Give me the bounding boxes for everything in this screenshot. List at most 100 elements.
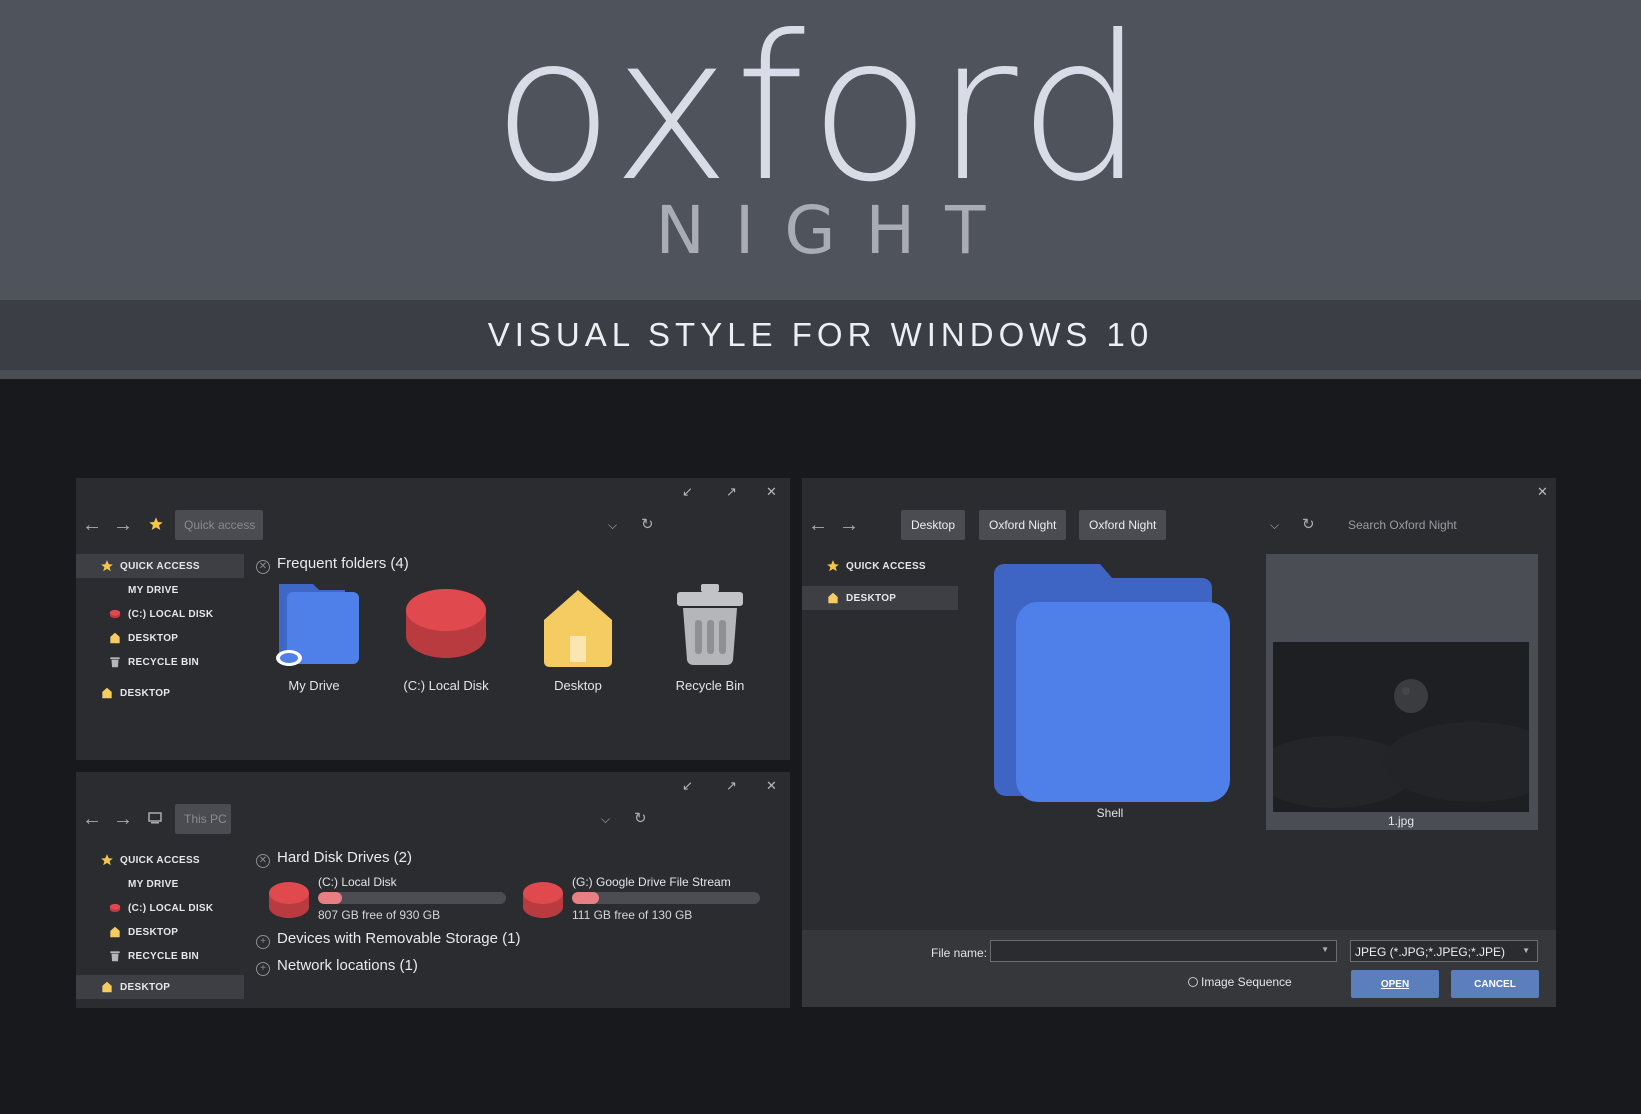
trash-icon: [110, 657, 120, 668]
close-icon[interactable]: ✕: [766, 484, 777, 500]
home-icon: [102, 687, 112, 699]
back-arrow-icon[interactable]: ←: [82, 514, 102, 537]
star-icon: [101, 560, 113, 572]
disk-icon: [109, 609, 121, 619]
minimize-icon[interactable]: ↙: [682, 778, 693, 794]
sidebar-item-desktop[interactable]: DESKTOP: [76, 626, 244, 650]
collapse-icon[interactable]: ✕: [256, 560, 270, 574]
sidebar-item-label: DESKTOP: [128, 633, 179, 644]
refresh-icon[interactable]: ↻: [1302, 515, 1315, 533]
breadcrumb-oxford-night[interactable]: Oxford Night: [979, 510, 1067, 540]
refresh-icon[interactable]: ↻: [634, 809, 647, 827]
sidebar-item-recycle-bin[interactable]: RECYCLE BIN: [76, 650, 244, 674]
expand-icon[interactable]: +: [256, 962, 270, 976]
sidebar-item-desktop-root[interactable]: DESKTOP: [76, 681, 244, 705]
tile-label: My Drive: [288, 678, 340, 693]
sidebar-item-my-drive[interactable]: MY DRIVE: [76, 872, 244, 896]
banner-title: oxford: [491, 0, 1149, 226]
open-file-dialog: ✕ ← → Desktop Oxford Night Oxford Night …: [802, 478, 1556, 1007]
sidebar-item-label: RECYCLE BIN: [128, 657, 200, 668]
search-input[interactable]: Search Oxford Night: [1348, 518, 1457, 532]
sidebar-item-label: DESKTOP: [120, 982, 171, 993]
drive-c[interactable]: (C:) Local Disk 807 GB free of 930 GB: [268, 875, 508, 925]
drive-usage-bar: [572, 892, 760, 904]
item-label: Shell: [1096, 806, 1124, 820]
star-icon: [149, 517, 163, 530]
sidebar-item-label: (C:) LOCAL DISK: [128, 903, 214, 914]
dropdown-arrow-icon[interactable]: ▼: [1522, 946, 1530, 955]
sidebar-item-my-drive[interactable]: MY DRIVE: [76, 578, 244, 602]
item-shell-folder[interactable]: Shell: [990, 562, 1236, 822]
close-icon[interactable]: ✕: [766, 778, 777, 794]
breadcrumb-oxford-night-sub[interactable]: Oxford Night: [1079, 510, 1167, 540]
explorer-this-pc-window: ↙ ↗ ✕ ← → This PC ⌵ ↻ QUICK ACCESS MY DR…: [76, 772, 790, 1008]
close-icon[interactable]: ✕: [1537, 484, 1548, 500]
dialog-footer: File name: ▼ JPEG (*.JPG;*.JPEG;*.JPE) ▼…: [802, 930, 1556, 1007]
disk-icon: [109, 903, 121, 913]
file-type-select[interactable]: JPEG (*.JPG;*.JPEG;*.JPE) ▼: [1350, 940, 1538, 962]
open-button[interactable]: OPEN: [1351, 970, 1439, 998]
disk-icon: [269, 882, 309, 918]
section-title: Frequent folders (4): [277, 555, 409, 572]
file-name-input[interactable]: ▼: [990, 940, 1337, 962]
collapse-icon[interactable]: ✕: [256, 854, 270, 868]
section-hard-disk-drives[interactable]: ✕ Hard Disk Drives (2): [256, 849, 412, 868]
explorer-quick-access-window: ↙ ↗ ✕ ← → Quick access ⌵ ↻ QUICK ACCESS …: [76, 478, 790, 760]
sidebar-item-label: DESKTOP: [846, 593, 897, 604]
star-icon: [101, 854, 113, 866]
back-arrow-icon[interactable]: ←: [82, 808, 102, 831]
sidebar-item-label: QUICK ACCESS: [846, 561, 926, 572]
sidebar-item-label: MY DRIVE: [128, 879, 179, 890]
item-label: 1.jpg: [1387, 814, 1415, 828]
forward-arrow-icon[interactable]: →: [113, 514, 133, 537]
maximize-icon[interactable]: ↗: [726, 778, 737, 794]
folder-icon: [994, 564, 1230, 802]
sidebar-item-quick-access[interactable]: QUICK ACCESS: [76, 848, 244, 872]
image-thumbnail: [1273, 642, 1529, 812]
dropdown-arrow-icon[interactable]: ▼: [1321, 945, 1329, 954]
sidebar-item-desktop-root[interactable]: DESKTOP: [76, 975, 244, 999]
sidebar-item-recycle-bin[interactable]: RECYCLE BIN: [76, 944, 244, 968]
sidebar-item-label: QUICK ACCESS: [120, 855, 200, 866]
chevron-down-icon[interactable]: ⌵: [601, 812, 610, 827]
sidebar-item-desktop[interactable]: DESKTOP: [802, 586, 958, 610]
sidebar-item-label: DESKTOP: [120, 688, 171, 699]
drive-free-space: 111 GB free of 130 GB: [572, 908, 693, 922]
image-sequence-option[interactable]: Image Sequence: [1188, 975, 1292, 989]
sidebar-item-local-disk[interactable]: (C:) LOCAL DISK: [76, 602, 244, 626]
sidebar-item-label: DESKTOP: [128, 927, 179, 938]
drive-usage-bar: [318, 892, 506, 904]
section-network-locations[interactable]: + Network locations (1): [256, 957, 418, 976]
section-removable-storage[interactable]: + Devices with Removable Storage (1): [256, 930, 520, 949]
star-icon: [827, 560, 839, 572]
cancel-button[interactable]: CANCEL: [1451, 970, 1539, 998]
sidebar-item-local-disk[interactable]: (C:) LOCAL DISK: [76, 896, 244, 920]
home-icon: [828, 592, 838, 604]
section-title: Devices with Removable Storage (1): [277, 930, 521, 947]
section-header[interactable]: ✕ Frequent folders (4): [256, 555, 409, 574]
radio-icon[interactable]: [1188, 977, 1198, 987]
drive-name: (C:) Local Disk: [318, 875, 397, 889]
forward-arrow-icon[interactable]: →: [839, 514, 859, 537]
refresh-icon[interactable]: ↻: [641, 515, 654, 533]
sidebar-item-quick-access[interactable]: QUICK ACCESS: [76, 554, 244, 578]
address-bar[interactable]: Quick access: [175, 510, 263, 540]
trash-icon: [677, 584, 743, 666]
disk-icon: [406, 589, 486, 658]
sidebar-item-quick-access[interactable]: QUICK ACCESS: [802, 554, 970, 578]
item-1jpg[interactable]: 1.jpg: [1266, 554, 1538, 830]
sidebar-item-label: MY DRIVE: [128, 585, 179, 596]
forward-arrow-icon[interactable]: →: [113, 808, 133, 831]
trash-icon: [110, 951, 120, 962]
chevron-down-icon[interactable]: ⌵: [1270, 518, 1279, 533]
chevron-down-icon[interactable]: ⌵: [608, 518, 617, 533]
drive-g[interactable]: (G:) Google Drive File Stream 111 GB fre…: [522, 875, 762, 925]
minimize-icon[interactable]: ↙: [682, 484, 693, 500]
banner-subtitle: NIGHT: [655, 192, 1016, 269]
expand-icon[interactable]: +: [256, 935, 270, 949]
address-bar[interactable]: This PC: [175, 804, 231, 834]
breadcrumb-desktop[interactable]: Desktop: [901, 510, 966, 540]
back-arrow-icon[interactable]: ←: [808, 514, 828, 537]
sidebar-item-desktop[interactable]: DESKTOP: [76, 920, 244, 944]
maximize-icon[interactable]: ↗: [726, 484, 737, 500]
